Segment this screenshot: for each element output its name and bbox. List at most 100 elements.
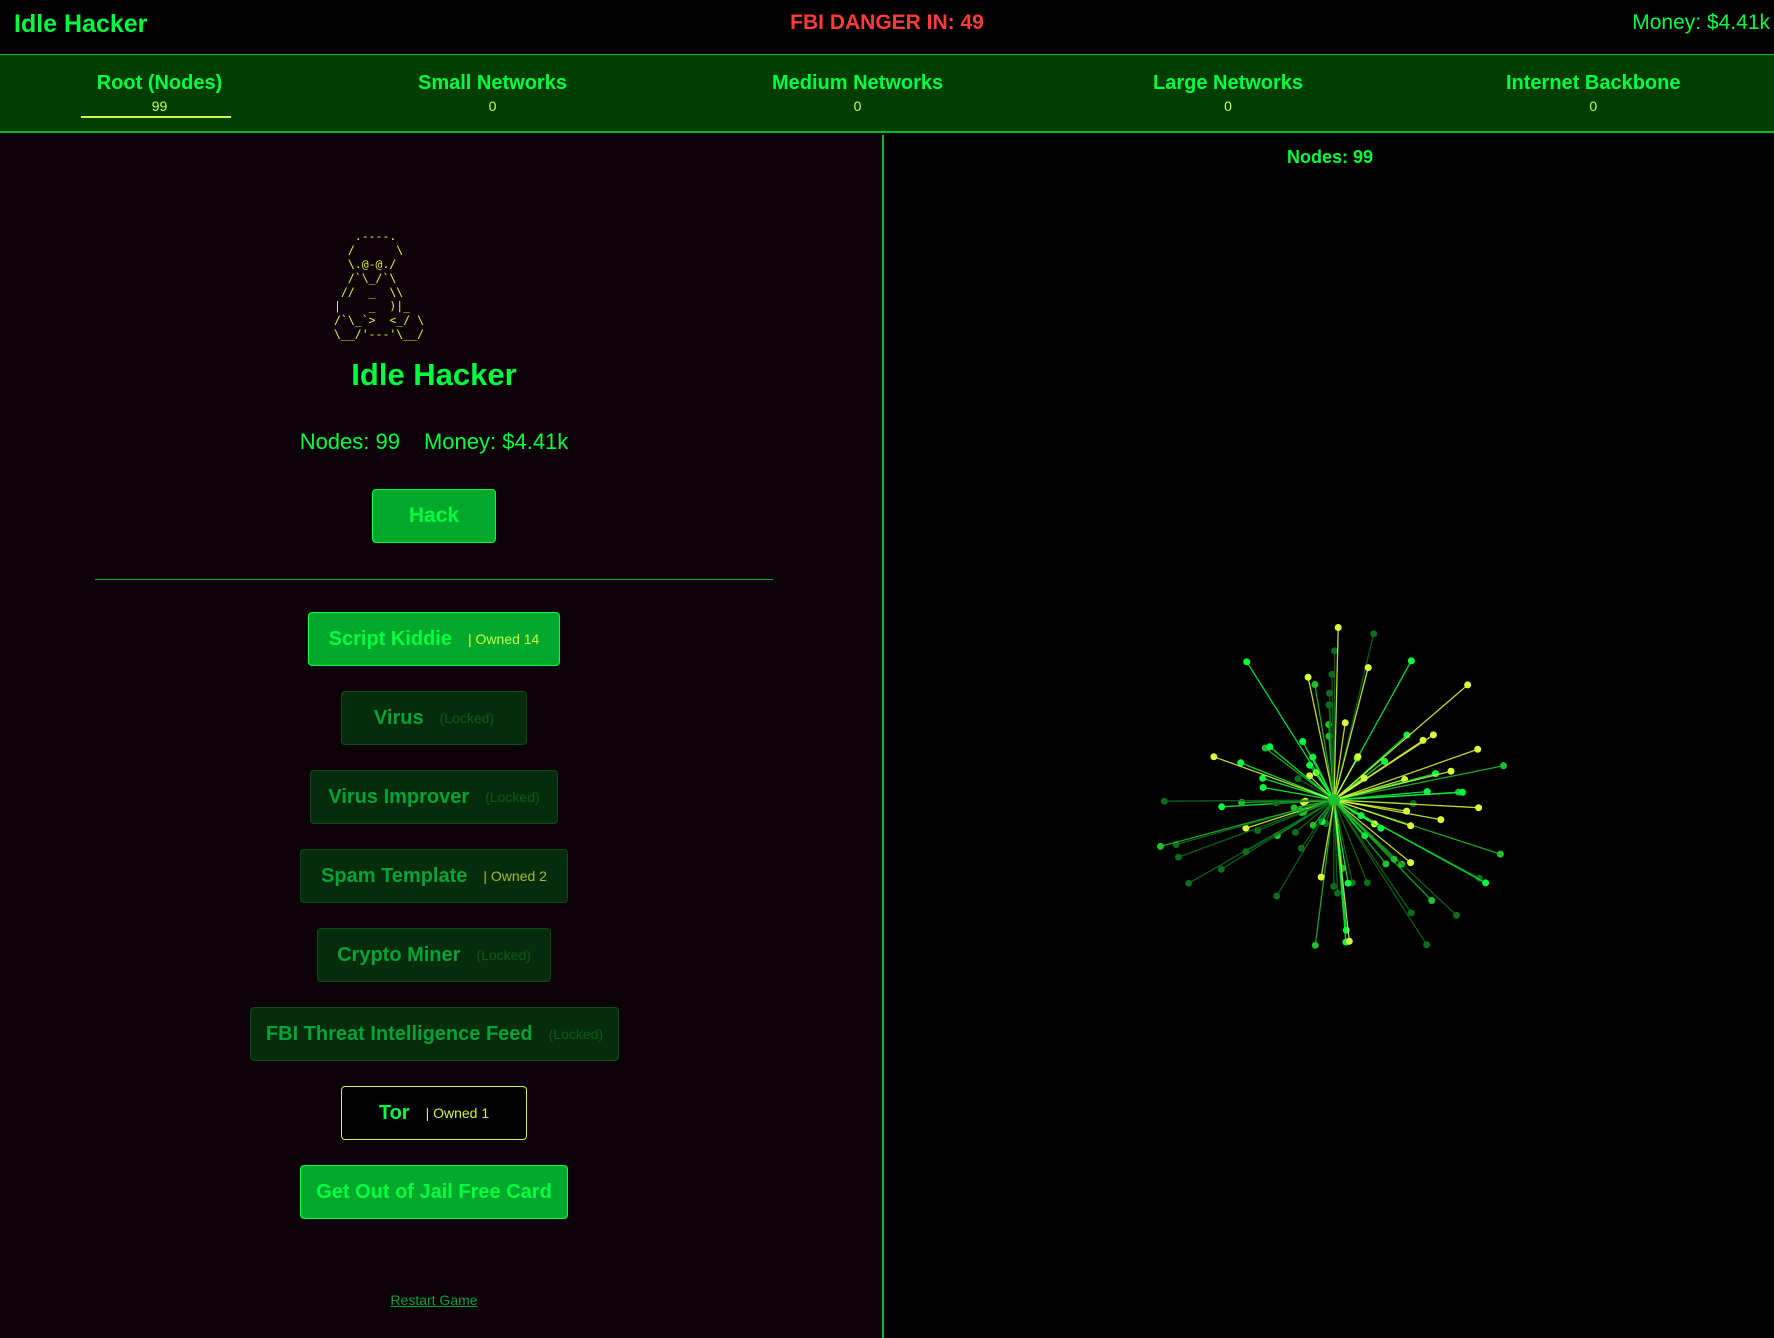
- network-node: [1330, 882, 1338, 890]
- network-node: [1464, 681, 1472, 689]
- network-node: [1266, 743, 1274, 751]
- upgrade-name: Virus Improver: [328, 785, 470, 808]
- upgrade-spam-template[interactable]: Spam Template | Owned 2: [300, 849, 568, 903]
- upgrade-status: | Owned 14: [468, 631, 540, 647]
- upgrade-status: (Locked): [439, 710, 495, 726]
- network-node: [1157, 842, 1164, 850]
- network-node: [1390, 855, 1398, 863]
- divider: [95, 579, 773, 580]
- network-visualization-panel: Nodes: 99: [886, 135, 1774, 1338]
- network-node: [1325, 689, 1333, 697]
- network-node: [1345, 937, 1353, 945]
- top-bar: Idle Hacker FBI DANGER IN: 49 Money: $4.…: [0, 0, 1774, 55]
- network-node: [1447, 767, 1455, 775]
- upgrade-virus-improver[interactable]: Virus Improver (Locked): [310, 770, 558, 824]
- upgrade-crypto-miner[interactable]: Crypto Miner (Locked): [317, 928, 551, 982]
- network-node: [1218, 803, 1226, 811]
- network-node: [1217, 865, 1225, 873]
- network-node: [1273, 892, 1281, 900]
- network-node: [1377, 824, 1385, 832]
- network-node: [1311, 681, 1319, 688]
- network-node: [1364, 664, 1372, 672]
- network-node: [1354, 753, 1362, 761]
- upgrade-name: Script Kiddie: [328, 627, 452, 650]
- upgrade-status: (Locked): [485, 789, 540, 805]
- money-display: Money: $4.41k: [1632, 11, 1770, 34]
- hack-button[interactable]: Hack: [372, 489, 496, 543]
- network-node: [1407, 909, 1415, 917]
- tab-label: Root (Nodes): [96, 72, 223, 94]
- money-stat: Money: $4.41k: [423, 429, 569, 454]
- network-root-node: [1328, 794, 1340, 806]
- network-node: [1243, 658, 1251, 666]
- tab-medium-networks[interactable]: Medium Networks 0: [772, 72, 943, 114]
- tab-root-nodes[interactable]: Root (Nodes) 99: [81, 72, 231, 118]
- network-node: [1429, 731, 1437, 739]
- network-node: [1309, 753, 1317, 761]
- network-node: [1334, 889, 1341, 897]
- tab-count: 99: [151, 98, 168, 114]
- network-link: [1188, 799, 1335, 884]
- upgrade-name: Crypto Miner: [337, 943, 461, 966]
- nodes-stat: Nodes: 99: [299, 429, 400, 454]
- network-link: [1333, 799, 1387, 865]
- network-node: [1370, 630, 1378, 638]
- network-node: [1474, 745, 1482, 753]
- network-node: [1325, 701, 1333, 709]
- network-node: [1496, 850, 1504, 858]
- network-node: [1423, 941, 1431, 949]
- network-tabs: Root (Nodes) 99 Small Networks 0 Medium …: [0, 55, 1774, 133]
- upgrade-status: | Owned 1: [425, 1105, 490, 1121]
- upgrade-name: Tor: [378, 1101, 410, 1124]
- tab-label: Large Networks: [1153, 72, 1304, 94]
- upgrade-name: Get Out of Jail Free Card: [316, 1180, 552, 1203]
- tab-label: Small Networks: [418, 72, 567, 94]
- upgrade-name: Spam Template: [321, 864, 468, 887]
- network-node: [1475, 804, 1483, 812]
- network-node: [1482, 879, 1490, 887]
- upgrade-name: FBI Threat Intelligence Feed: [265, 1022, 533, 1045]
- network-graph: [1157, 624, 1507, 949]
- tab-label: Internet Backbone: [1506, 72, 1681, 94]
- network-node: [1294, 775, 1302, 783]
- network-node: [1500, 762, 1507, 770]
- network-node: [1210, 753, 1218, 761]
- network-node: [1382, 860, 1390, 868]
- network-node: [1317, 873, 1325, 881]
- active-tab-underline: [81, 116, 231, 118]
- stats-line: Nodes: 99 Money: $4.41k: [0, 429, 868, 455]
- upgrade-name: Virus: [373, 706, 424, 729]
- tab-label: Medium Networks: [772, 72, 944, 94]
- network-node: [1311, 941, 1319, 949]
- network-node: [1304, 673, 1312, 681]
- upgrade-status: | Owned 2: [483, 868, 547, 884]
- upgrade-tor[interactable]: Tor | Owned 1: [341, 1086, 527, 1140]
- tab-large-networks[interactable]: Large Networks 0: [1153, 72, 1303, 114]
- network-node: [1428, 897, 1436, 904]
- network-node: [1175, 853, 1182, 861]
- restart-game-link[interactable]: Restart Game: [0, 1292, 868, 1308]
- upgrade-status: (Locked): [548, 1026, 604, 1042]
- upgrade-fbi-threat-intelligence-feed[interactable]: FBI Threat Intelligence Feed (Locked): [250, 1007, 619, 1061]
- network-node: [1299, 738, 1307, 745]
- upgrade-get-out-of-jail-free-card[interactable]: Get Out of Jail Free Card: [300, 1165, 568, 1219]
- network-node: [1407, 657, 1415, 665]
- network-node: [1341, 719, 1349, 727]
- network-node: [1407, 822, 1415, 830]
- tab-count: 0: [1224, 98, 1232, 114]
- hacker-ascii-art: .----. / \ \.@-@./ /`\_/`\ // _ \\ | _ )…: [334, 229, 425, 341]
- upgrade-status: (Locked): [476, 947, 531, 963]
- network-node: [1459, 788, 1466, 796]
- tab-count: 0: [1589, 98, 1598, 114]
- tab-small-networks[interactable]: Small Networks 0: [418, 72, 567, 114]
- upgrade-virus[interactable]: Virus (Locked): [341, 691, 527, 745]
- tab-count: 0: [488, 98, 497, 114]
- network-node: [1291, 828, 1299, 836]
- network-node: [1453, 911, 1460, 919]
- network-node: [1259, 784, 1267, 791]
- upgrade-script-kiddie[interactable]: Script Kiddie | Owned 14: [308, 612, 560, 666]
- tab-count: 0: [853, 98, 862, 114]
- network-node: [1160, 797, 1168, 805]
- network-node: [1437, 816, 1445, 824]
- tab-internet-backbone[interactable]: Internet Backbone 0: [1506, 72, 1680, 114]
